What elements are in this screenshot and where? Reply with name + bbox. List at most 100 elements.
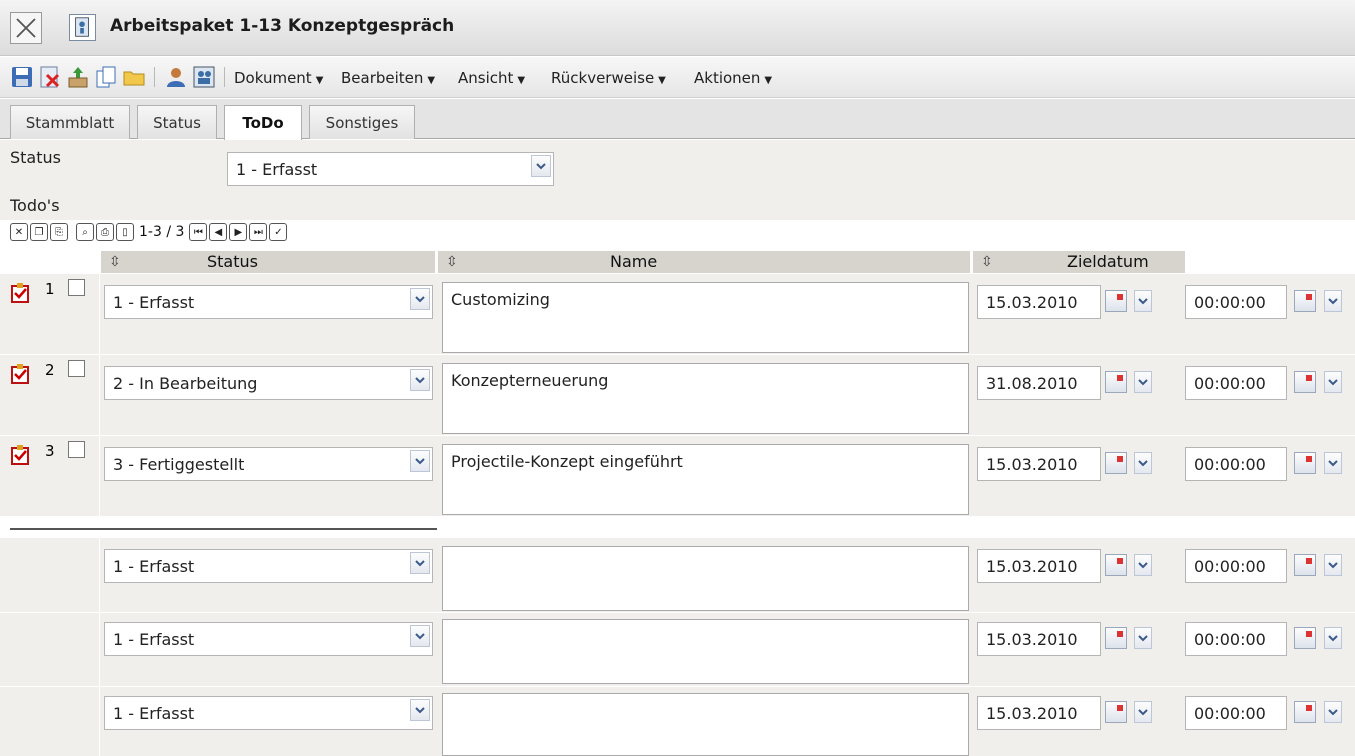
calendar-icon[interactable] <box>1105 452 1127 474</box>
chevron-down-icon[interactable] <box>410 450 430 472</box>
menu-aktionen[interactable]: Aktionen ▼ <box>694 69 772 87</box>
calendar-icon[interactable] <box>1105 371 1127 393</box>
table-row: 3 3 - Fertiggestellt Projectile-Konzept … <box>0 436 1355 516</box>
prev-page-icon[interactable]: ◀ <box>209 223 228 241</box>
copy-row-icon[interactable]: ❐ <box>30 223 48 241</box>
search-icon[interactable]: ⌕ <box>76 223 94 241</box>
row-name-field[interactable] <box>442 546 969 611</box>
chevron-down-icon[interactable] <box>410 552 430 574</box>
chevron-down-icon[interactable] <box>410 625 430 647</box>
row-name-field[interactable]: Konzepterneuerung <box>442 363 969 434</box>
row-time-field[interactable]: 00:00:00 <box>1185 549 1287 583</box>
row-time-field[interactable]: 00:00:00 <box>1185 366 1287 400</box>
close-icon[interactable] <box>10 12 42 44</box>
delete-icon[interactable] <box>38 65 62 89</box>
print-icon[interactable]: ⎙ <box>96 223 114 241</box>
calendar-icon[interactable] <box>1294 627 1316 649</box>
chevron-down-icon[interactable] <box>1134 290 1152 312</box>
row-name-field[interactable]: Customizing <box>442 282 969 353</box>
chevron-down-icon[interactable] <box>1324 290 1342 312</box>
row-number: 2 <box>45 361 55 379</box>
chevron-down-icon[interactable] <box>531 155 551 177</box>
row-time-field[interactable]: 00:00:00 <box>1185 285 1287 319</box>
row-time-field[interactable]: 00:00:00 <box>1185 696 1287 730</box>
menu-ansicht[interactable]: Ansicht ▼ <box>458 69 525 87</box>
calendar-icon[interactable] <box>1105 554 1127 576</box>
chevron-down-icon[interactable] <box>1324 701 1342 723</box>
column-header-status[interactable]: ⇳ Status <box>101 251 435 273</box>
sort-icon[interactable]: ⇳ <box>981 254 993 270</box>
row-date-field[interactable]: 15.03.2010 <box>977 549 1101 583</box>
user-icon[interactable] <box>164 65 188 89</box>
delete-row-icon[interactable]: ✕ <box>10 223 28 241</box>
first-page-icon[interactable]: ⏮ <box>189 223 208 241</box>
sort-icon[interactable]: ⇳ <box>446 254 458 270</box>
calendar-icon[interactable] <box>1105 627 1127 649</box>
row-checkbox[interactable] <box>68 360 85 377</box>
chevron-down-icon[interactable] <box>1324 554 1342 576</box>
chevron-down-icon: ▼ <box>315 75 324 86</box>
row-status-select[interactable]: 1 - Erfasst <box>104 622 433 656</box>
export-icon[interactable] <box>66 65 90 89</box>
folder-icon[interactable] <box>122 65 146 89</box>
status-select[interactable]: 1 - Erfasst <box>227 152 554 186</box>
chevron-down-icon[interactable] <box>1324 371 1342 393</box>
chevron-down-icon[interactable] <box>1134 627 1152 649</box>
menu-dokument[interactable]: Dokument ▼ <box>234 69 323 87</box>
paste-row-icon[interactable]: ⎘ <box>50 223 68 241</box>
row-time-field[interactable]: 00:00:00 <box>1185 447 1287 481</box>
column-header-zieldatum[interactable]: ⇳ Zieldatum <box>973 251 1185 273</box>
calendar-icon[interactable] <box>1105 290 1127 312</box>
save-icon[interactable] <box>10 65 34 89</box>
chevron-down-icon[interactable] <box>410 288 430 310</box>
tab-todo[interactable]: ToDo <box>224 105 302 140</box>
row-status-select[interactable]: 2 - In Bearbeitung <box>104 366 433 400</box>
row-status-select[interactable]: 1 - Erfasst <box>104 696 433 730</box>
calendar-icon[interactable] <box>1294 452 1316 474</box>
row-status-value: 1 - Erfasst <box>113 704 195 723</box>
menu-bearbeiten[interactable]: Bearbeiten ▼ <box>341 69 435 87</box>
chevron-down-icon[interactable] <box>1134 701 1152 723</box>
row-name-field[interactable] <box>442 619 969 684</box>
divider <box>10 528 437 530</box>
sort-icon[interactable]: ⇳ <box>109 254 121 270</box>
row-date-field[interactable]: 15.03.2010 <box>977 447 1101 481</box>
contacts-icon[interactable] <box>192 65 216 89</box>
row-name-field[interactable] <box>442 693 969 756</box>
menu-rueckverweise[interactable]: Rückverweise ▼ <box>551 69 666 87</box>
chevron-down-icon[interactable] <box>1324 627 1342 649</box>
chevron-down-icon[interactable] <box>410 369 430 391</box>
chevron-down-icon[interactable] <box>1324 452 1342 474</box>
check-icon[interactable]: ✓ <box>269 223 288 241</box>
copy-icon[interactable] <box>94 65 118 89</box>
row-status-select[interactable]: 3 - Fertiggestellt <box>104 447 433 481</box>
row-status-select[interactable]: 1 - Erfasst <box>104 285 433 319</box>
row-date-field[interactable]: 15.03.2010 <box>977 622 1101 656</box>
row-date-field[interactable]: 15.03.2010 <box>977 285 1101 319</box>
calendar-icon[interactable] <box>1294 554 1316 576</box>
calendar-icon[interactable] <box>1294 371 1316 393</box>
new-doc-icon[interactable]: ▯ <box>116 223 134 241</box>
calendar-icon[interactable] <box>1105 701 1127 723</box>
calendar-icon[interactable] <box>1294 701 1316 723</box>
row-name-field[interactable]: Projectile-Konzept eingeführt <box>442 444 969 515</box>
chevron-down-icon[interactable] <box>1134 371 1152 393</box>
row-date-field[interactable]: 31.08.2010 <box>977 366 1101 400</box>
tab-sonstiges[interactable]: Sonstiges <box>309 105 415 139</box>
tab-status[interactable]: Status <box>137 105 217 139</box>
todo-icon <box>11 445 29 465</box>
tab-stammblatt[interactable]: Stammblatt <box>10 105 130 139</box>
row-checkbox[interactable] <box>68 279 85 296</box>
next-page-icon[interactable]: ▶ <box>229 223 248 241</box>
chevron-down-icon[interactable] <box>410 699 430 721</box>
row-checkbox[interactable] <box>68 441 85 458</box>
last-page-icon[interactable]: ⏭ <box>249 223 268 241</box>
chevron-down-icon[interactable] <box>1134 554 1152 576</box>
calendar-icon[interactable] <box>1294 290 1316 312</box>
row-date-field[interactable]: 15.03.2010 <box>977 696 1101 730</box>
chevron-down-icon[interactable] <box>1134 452 1152 474</box>
row-status-select[interactable]: 1 - Erfasst <box>104 549 433 583</box>
column-header-name[interactable]: ⇳ Name <box>438 251 970 273</box>
todos-row: Todo's <box>0 190 1355 220</box>
row-time-field[interactable]: 00:00:00 <box>1185 622 1287 656</box>
